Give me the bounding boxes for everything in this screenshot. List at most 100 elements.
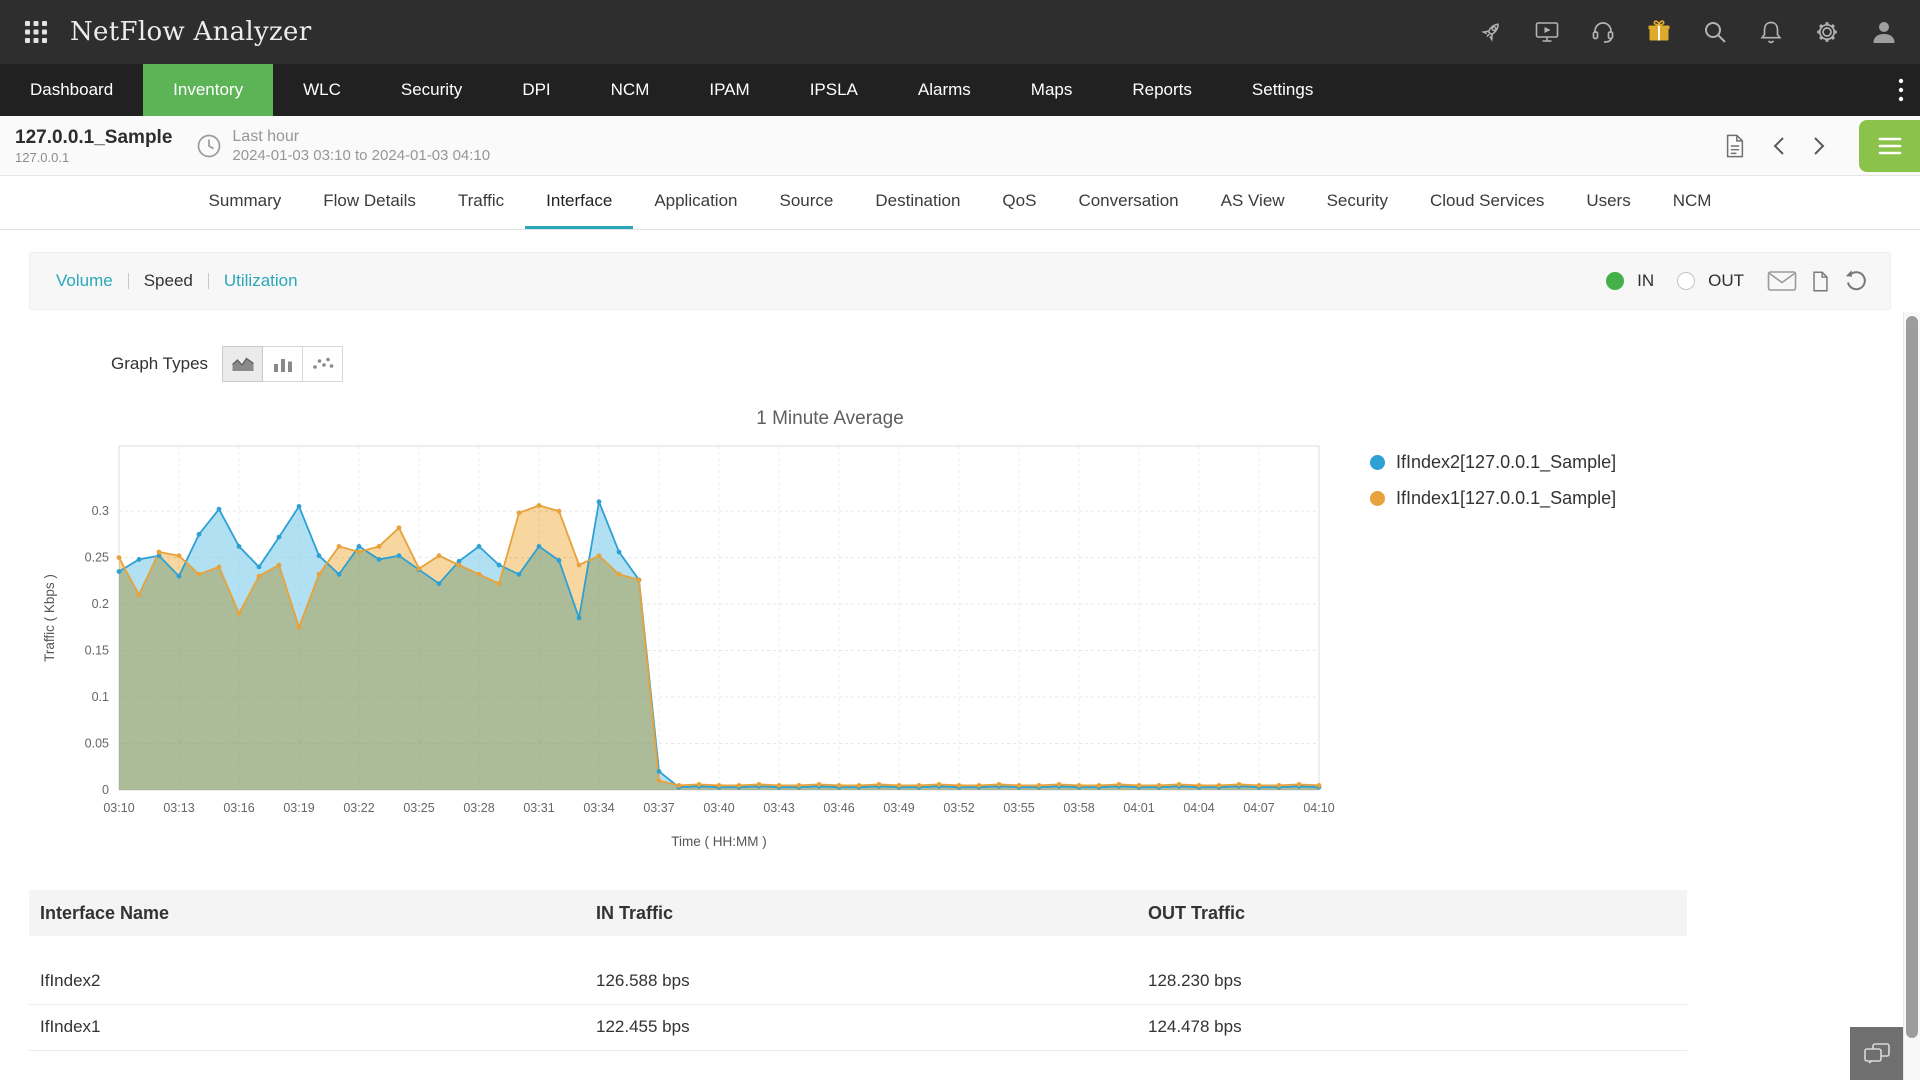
device-name: 127.0.0.1_Sample	[15, 127, 172, 149]
global-search-button[interactable]	[1702, 19, 1728, 45]
scrollbar-thumb[interactable]	[1906, 316, 1918, 1038]
app-title: NetFlow Analyzer	[70, 17, 311, 47]
cell-in-traffic: 126.588 bps	[596, 958, 1148, 1004]
svg-text:0.15: 0.15	[85, 644, 109, 658]
tab-traffic[interactable]: Traffic	[437, 176, 525, 229]
user-avatar-icon	[1870, 18, 1898, 46]
refresh-history-icon	[1844, 269, 1868, 293]
prev-device-button[interactable]	[1771, 135, 1787, 157]
svg-text:04:04: 04:04	[1183, 801, 1214, 815]
support-button[interactable]	[1590, 19, 1616, 45]
legend-item-ifindex1[interactable]: IfIndex1[127.0.0.1_Sample]	[1370, 488, 1616, 509]
cell-interface-name: IfIndex1	[29, 1004, 596, 1050]
next-device-button[interactable]	[1811, 135, 1827, 157]
svg-text:04:01: 04:01	[1123, 801, 1154, 815]
legend-item-ifindex2[interactable]: IfIndex2[127.0.0.1_Sample]	[1370, 452, 1616, 473]
account-button[interactable]	[1870, 18, 1898, 46]
svg-text:03:52: 03:52	[943, 801, 974, 815]
cell-out-traffic: 128.230 bps	[1148, 958, 1687, 1004]
svg-text:03:43: 03:43	[763, 801, 794, 815]
nav-item-alarms[interactable]: Alarms	[888, 64, 1001, 116]
svg-text:Traffic ( Kbps ): Traffic ( Kbps )	[42, 574, 57, 662]
svg-text:03:10: 03:10	[103, 801, 134, 815]
tab-destination[interactable]: Destination	[854, 176, 981, 229]
svg-text:03:55: 03:55	[1003, 801, 1034, 815]
getting-started-button[interactable]	[1478, 19, 1504, 45]
svg-text:03:28: 03:28	[463, 801, 494, 815]
table-row[interactable]: IfIndex1 122.455 bps 124.478 bps	[29, 1004, 1687, 1050]
time-period-picker[interactable]	[196, 133, 222, 159]
nav-item-inventory[interactable]: Inventory	[143, 64, 273, 116]
device-ip: 127.0.0.1	[15, 150, 172, 165]
svg-text:04:07: 04:07	[1243, 801, 1274, 815]
envelope-icon	[1767, 269, 1797, 293]
nav-item-dashboard[interactable]: Dashboard	[0, 64, 143, 116]
nav-item-ipam[interactable]: IPAM	[679, 64, 779, 116]
view-link-utilization[interactable]: Utilization	[224, 271, 298, 291]
nav-item-wlc[interactable]: WLC	[273, 64, 371, 116]
tab-summary[interactable]: Summary	[188, 176, 303, 229]
settings-button[interactable]	[1814, 19, 1840, 45]
notifications-button[interactable]	[1758, 19, 1784, 45]
in-radio[interactable]	[1606, 272, 1624, 290]
whats-new-button[interactable]	[1646, 19, 1672, 45]
chart-title: 1 Minute Average	[34, 408, 1626, 430]
nav-item-maps[interactable]: Maps	[1001, 64, 1103, 116]
nav-item-ipsla[interactable]: IPSLA	[780, 64, 888, 116]
svg-text:03:49: 03:49	[883, 801, 914, 815]
nav-overflow-button[interactable]	[1898, 64, 1904, 116]
direction-and-actions: IN OUT	[1606, 269, 1868, 293]
feedback-chat-button[interactable]	[1850, 1027, 1903, 1080]
email-report-button[interactable]	[1767, 269, 1797, 293]
graph-type-scatter-button[interactable]	[302, 346, 343, 382]
cell-out-traffic: 124.478 bps	[1148, 1004, 1687, 1050]
refresh-button[interactable]	[1844, 269, 1868, 293]
graph-type-bar-button[interactable]	[262, 346, 303, 382]
view-link-speed[interactable]: Speed	[144, 271, 193, 291]
nav-item-ncm[interactable]: NCM	[581, 64, 680, 116]
time-period: Last hour 2024-01-03 03:10 to 2024-01-03…	[232, 128, 490, 164]
graph-type-area-button[interactable]	[222, 346, 263, 382]
graph-types-row: Graph Types	[111, 346, 1920, 382]
live-demo-button[interactable]	[1534, 19, 1560, 45]
svg-text:03:25: 03:25	[403, 801, 434, 815]
bar-chart-icon	[271, 355, 295, 373]
support-headset-icon	[1590, 19, 1616, 45]
device-side-menu-button[interactable]	[1859, 120, 1920, 172]
tab-qos[interactable]: QoS	[981, 176, 1057, 229]
export-pdf-button[interactable]	[1723, 133, 1747, 159]
device-header-actions	[1723, 116, 1920, 175]
tab-as-view[interactable]: AS View	[1200, 176, 1306, 229]
svg-text:0.3: 0.3	[92, 504, 109, 518]
pdf-file-icon	[1723, 133, 1747, 159]
out-label: OUT	[1708, 271, 1744, 291]
tab-source[interactable]: Source	[758, 176, 854, 229]
app-grid-button[interactable]	[24, 20, 48, 44]
tab-interface[interactable]: Interface	[525, 176, 633, 229]
svg-text:03:46: 03:46	[823, 801, 854, 815]
tab-cloud-services[interactable]: Cloud Services	[1409, 176, 1565, 229]
tab-security[interactable]: Security	[1306, 176, 1409, 229]
export-pdf-button-toolbar[interactable]	[1810, 270, 1831, 293]
tab-ncm[interactable]: NCM	[1652, 176, 1733, 229]
tab-conversation[interactable]: Conversation	[1057, 176, 1199, 229]
cell-in-traffic: 122.455 bps	[596, 1004, 1148, 1050]
out-radio[interactable]	[1677, 272, 1695, 290]
svg-text:0.2: 0.2	[92, 597, 109, 611]
nav-item-security[interactable]: Security	[371, 64, 492, 116]
chart-section: 1 Minute Average 00.050.10.150.20.250.30…	[0, 408, 1920, 860]
view-link-volume[interactable]: Volume	[56, 271, 113, 291]
device-info: 127.0.0.1_Sample 127.0.0.1	[15, 127, 172, 165]
tab-flow-details[interactable]: Flow Details	[302, 176, 437, 229]
tab-users[interactable]: Users	[1565, 176, 1651, 229]
nav-item-settings[interactable]: Settings	[1222, 64, 1343, 116]
table-row[interactable]: IfIndex2 126.588 bps 128.230 bps	[29, 958, 1687, 1004]
vertical-scrollbar[interactable]	[1903, 312, 1920, 1080]
tab-application[interactable]: Application	[633, 176, 758, 229]
nav-item-reports[interactable]: Reports	[1102, 64, 1222, 116]
gear-icon	[1814, 19, 1840, 45]
nav-item-dpi[interactable]: DPI	[492, 64, 580, 116]
svg-text:03:40: 03:40	[703, 801, 734, 815]
svg-text:03:37: 03:37	[643, 801, 674, 815]
legend-label: IfIndex1[127.0.0.1_Sample]	[1396, 488, 1616, 509]
